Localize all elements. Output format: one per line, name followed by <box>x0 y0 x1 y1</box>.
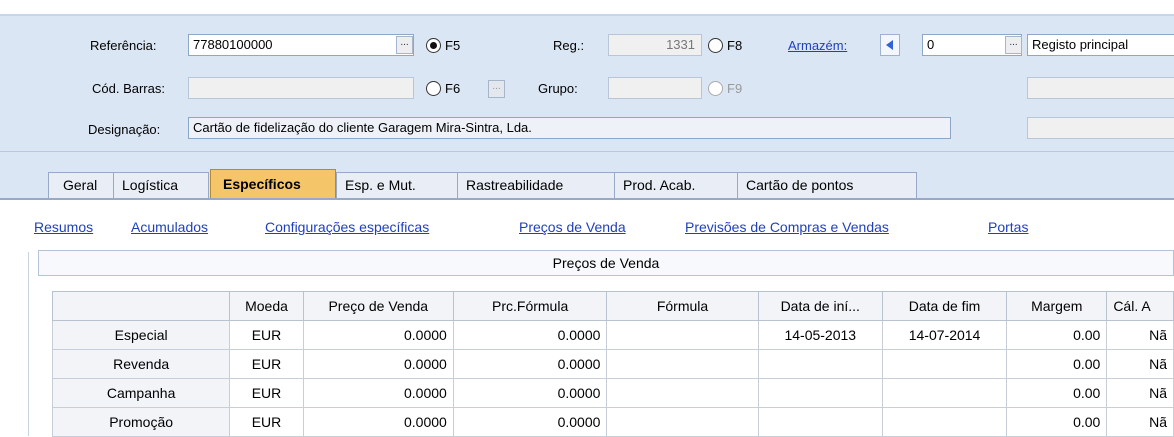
tab-prod-acab[interactable]: Prod. Acab. <box>614 172 738 198</box>
col-header-moeda[interactable]: Moeda <box>229 291 304 321</box>
cod-barras-lookup-button[interactable]: ... <box>488 80 505 98</box>
cell-data-inicio[interactable] <box>757 349 883 379</box>
tab-especificos[interactable]: Específicos <box>210 169 336 199</box>
cell-formula[interactable] <box>606 407 759 437</box>
f8-radio[interactable] <box>708 38 723 53</box>
cell-margem[interactable]: 0.00 <box>1006 407 1108 437</box>
cell-formula[interactable] <box>606 320 759 350</box>
cell-moeda[interactable]: EUR <box>229 349 304 379</box>
cell-prc-formula[interactable]: 0.0000 <box>452 378 608 408</box>
cell-preco[interactable]: 0.0000 <box>302 320 454 350</box>
cell-preco[interactable]: 0.0000 <box>302 378 454 408</box>
section-title: Preços de Venda <box>38 250 1174 276</box>
row-name: Promoção <box>51 407 231 437</box>
referencia-lookup-button[interactable]: ... <box>396 36 413 54</box>
top-band <box>0 0 1174 14</box>
col-header-data-fim[interactable]: Data de fim <box>881 291 1008 321</box>
table-row[interactable]: Especial EUR 0.0000 0.0000 14-05-2013 14… <box>51 320 1174 350</box>
cell-data-inicio[interactable] <box>757 378 883 408</box>
tab-cartao-de-pontos[interactable]: Cartão de pontos <box>737 172 917 198</box>
cell-prc-formula[interactable]: 0.0000 <box>452 349 608 379</box>
cell-calc[interactable]: Nã <box>1106 320 1174 350</box>
col-header-data-inicio[interactable]: Data de iní... <box>757 291 883 321</box>
col-header-calc[interactable]: Cál. A <box>1106 291 1174 321</box>
link-previsoes-compras-vendas[interactable]: Previsões de Compras e Vendas <box>685 219 889 235</box>
precos-venda-grid[interactable]: Moeda Preço de Venda Prc.Fórmula Fórmula… <box>51 291 1174 437</box>
cell-data-fim[interactable] <box>881 407 1008 437</box>
prev-armazem-button[interactable] <box>880 34 900 56</box>
link-precos-de-venda[interactable]: Preços de Venda <box>519 219 626 235</box>
row-name: Revenda <box>51 349 231 379</box>
cell-moeda[interactable]: EUR <box>229 407 304 437</box>
table-row[interactable]: Revenda EUR 0.0000 0.0000 0.00 Nã <box>51 349 1174 379</box>
link-resumos[interactable]: Resumos <box>34 219 93 235</box>
cell-formula[interactable] <box>606 349 759 379</box>
cell-data-inicio[interactable] <box>757 407 883 437</box>
cell-data-inicio[interactable]: 14-05-2013 <box>757 320 883 350</box>
section-left-border <box>28 252 37 436</box>
armazem-description-field: Registo principal <box>1027 34 1174 56</box>
cell-preco[interactable]: 0.0000 <box>302 407 454 437</box>
cell-calc[interactable]: Nã <box>1106 407 1174 437</box>
link-configuracoes-especificas[interactable]: Configurações específicas <box>265 219 429 235</box>
grupo-field <box>608 77 702 99</box>
header-right-field-3 <box>1027 117 1174 139</box>
f9-label: F9 <box>727 81 743 96</box>
cell-preco[interactable]: 0.0000 <box>302 349 454 379</box>
f6-label: F6 <box>445 81 461 96</box>
col-header-row-name <box>51 291 231 321</box>
armazem-link[interactable]: Armazém: <box>788 38 847 53</box>
f5-radio[interactable] <box>426 38 441 53</box>
col-header-margem[interactable]: Margem <box>1006 291 1108 321</box>
col-header-formula[interactable]: Fórmula <box>606 291 759 321</box>
tab-rastreabilidade[interactable]: Rastreabilidade <box>457 172 615 198</box>
col-header-preco-venda[interactable]: Preço de Venda <box>302 291 454 321</box>
f8-label: F8 <box>727 38 743 53</box>
link-portas[interactable]: Portas <box>988 219 1028 235</box>
cell-prc-formula[interactable]: 0.0000 <box>452 320 608 350</box>
f5-label: F5 <box>445 38 461 53</box>
cell-margem[interactable]: 0.00 <box>1006 378 1108 408</box>
table-row[interactable]: Campanha EUR 0.0000 0.0000 0.00 Nã <box>51 378 1174 408</box>
cell-formula[interactable] <box>606 378 759 408</box>
cell-prc-formula[interactable]: 0.0000 <box>452 407 608 437</box>
referencia-input[interactable]: 77880100000 <box>188 34 414 56</box>
col-header-prc-formula[interactable]: Prc.Fórmula <box>452 291 608 321</box>
cell-moeda[interactable]: EUR <box>229 378 304 408</box>
row-name: Especial <box>51 320 231 350</box>
link-acumulados[interactable]: Acumulados <box>131 219 208 235</box>
grupo-label: Grupo: <box>538 81 578 96</box>
grid-header-row: Moeda Preço de Venda Prc.Fórmula Fórmula… <box>51 291 1174 321</box>
row-name: Campanha <box>51 378 231 408</box>
designacao-input[interactable]: Cartão de fidelização do cliente Garagem… <box>188 117 951 139</box>
tab-geral[interactable]: Geral <box>48 172 114 198</box>
cod-barras-input[interactable] <box>188 77 414 99</box>
armazem-lookup-button[interactable]: ... <box>1005 36 1022 54</box>
cell-margem[interactable]: 0.00 <box>1006 320 1108 350</box>
table-row[interactable]: Promoção EUR 0.0000 0.0000 0.00 Nã <box>51 407 1174 437</box>
tab-logistica[interactable]: Logística <box>113 172 209 198</box>
referencia-label: Referência: <box>90 38 157 53</box>
cell-moeda[interactable]: EUR <box>229 320 304 350</box>
designacao-label: Designação: <box>88 122 161 137</box>
cell-data-fim[interactable] <box>881 349 1008 379</box>
cell-data-fim[interactable]: 14-07-2014 <box>881 320 1008 350</box>
f9-radio <box>708 81 723 96</box>
reg-label: Reg.: <box>553 38 585 53</box>
cell-calc[interactable]: Nã <box>1106 378 1174 408</box>
reg-field: 1331 <box>608 34 702 56</box>
cell-margem[interactable]: 0.00 <box>1006 349 1108 379</box>
cell-calc[interactable]: Nã <box>1106 349 1174 379</box>
header-right-field-2 <box>1027 77 1174 99</box>
tab-esp-mut[interactable]: Esp. e Mut. <box>336 172 458 198</box>
f6-radio[interactable] <box>426 81 441 96</box>
cod-barras-label: Cód. Barras: <box>92 81 165 96</box>
cell-data-fim[interactable] <box>881 378 1008 408</box>
